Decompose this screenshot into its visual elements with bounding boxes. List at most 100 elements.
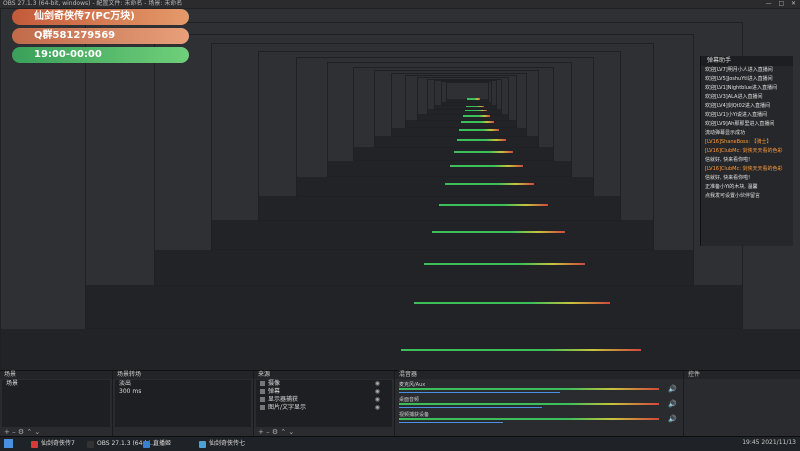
chat-message: 欢迎[LV7]明月小人进入直播间: [705, 67, 773, 73]
scene-transitions-dock: 场景转场 淡出 300 ms: [113, 371, 254, 437]
close-icon[interactable]: ✕: [788, 0, 796, 7]
source-type-icon: [260, 389, 265, 394]
chat-message: 欢迎[LV1]Nightblue进入直播间: [705, 85, 777, 91]
mixer-channel-name: 视频捕获设备: [399, 412, 430, 418]
chat-message: [LV16]ClubMc: 剑侠天天看的色彩: [705, 148, 783, 154]
speaker-icon[interactable]: 🔊: [668, 400, 677, 408]
source-type-icon: [260, 381, 265, 386]
chat-panel: 弹幕助手 欢迎[LV7]明月小人进入直播间 欢迎[LV5]JoshuYtl进入直播…: [700, 56, 793, 246]
layer-dock-strip: [258, 196, 621, 220]
maximize-icon[interactable]: □: [775, 0, 784, 7]
chat-message: 欢迎[LV4]剑Qt02进入直播间: [705, 103, 770, 109]
taskbar-app-label: 仙剑奇侠传7: [41, 440, 75, 447]
scenes-list[interactable]: 场景: [2, 380, 110, 427]
speaker-icon[interactable]: 🔊: [668, 385, 677, 393]
source-item[interactable]: 显示器捕获 ◉: [256, 396, 392, 404]
source-label: 摄像: [268, 380, 281, 387]
taskbar-app-label: 直播姬: [153, 440, 172, 447]
scenes-dock: 场景 场景 + – ⚙ ⌃ ⌄: [0, 371, 113, 437]
source-label: 图片/文字显示: [268, 404, 307, 411]
transition-select[interactable]: 淡出: [115, 380, 251, 388]
chat-message: 信就好, 快来看你啦!: [705, 157, 751, 163]
sources-dock: 来源 摄像 ◉ 弹幕 ◉ 显示器捕获 ◉ 图片/文字显示 ◉ + – ⚙ ⌃ ⌄: [254, 371, 395, 437]
taskbar-app[interactable]: 仙剑奇侠传七: [198, 439, 245, 449]
chat-message: [LV16]ShaneBoss: 【骑士】: [705, 139, 772, 145]
window-titlebar: OBS 27.1.3 (64-bit, windows) - 配置文件: 未命名…: [0, 0, 800, 8]
scene-item[interactable]: 场景: [2, 380, 110, 388]
layer-dock-strip: [328, 160, 572, 177]
visibility-eye-icon[interactable]: ◉: [375, 380, 380, 388]
taskbar-app[interactable]: 仙剑奇侠传7: [30, 439, 75, 449]
visibility-eye-icon[interactable]: ◉: [375, 404, 380, 412]
chat-message: 欢迎[LV9]Ah那那里进入直播间: [705, 121, 775, 127]
mixer-level-meter: [399, 388, 659, 390]
layer-audio-meter: [439, 204, 548, 207]
mixer-channels: 麦克风/Aux 🔊 桌面音频 🔊 视频捕获设备 🔊: [395, 381, 683, 426]
controls-dock: 控件: [684, 371, 800, 437]
banner-schedule: 19:00-00:00: [12, 47, 189, 63]
chat-message: 正准备小Yi的木块, 温馨: [705, 184, 758, 190]
sources-list[interactable]: 摄像 ◉ 弹幕 ◉ 显示器捕获 ◉ 图片/文字显示 ◉: [256, 380, 392, 427]
dock-area: 场景 场景 + – ⚙ ⌃ ⌄ 场景转场 淡出 300 ms 来源 摄像 ◉ 弹幕 ◉…: [0, 370, 800, 437]
layer-audio-meter: [432, 230, 565, 233]
windows-start-icon[interactable]: [4, 439, 13, 448]
source-item[interactable]: 图片/文字显示 ◉: [256, 404, 392, 412]
layer-audio-meter: [459, 129, 500, 132]
mixer-dock-title: 混音器: [395, 371, 683, 379]
layer-audio-meter: [413, 301, 611, 304]
mixer-channel-name: 桌面音频: [399, 397, 420, 403]
source-type-icon: [260, 397, 265, 402]
speaker-icon[interactable]: 🔊: [668, 415, 677, 423]
tray-date: 2021/11/13: [761, 439, 796, 446]
transition-body: 淡出 300 ms: [115, 380, 251, 427]
banner-game-title: 仙剑奇侠传7(PC万块): [12, 9, 189, 25]
chat-message: [LV16]ClubMc: 剑侠天天看的色彩: [705, 166, 783, 172]
preview-layer: [446, 82, 489, 103]
app-icon: [31, 441, 38, 448]
transition-duration[interactable]: 300 ms: [115, 388, 251, 396]
source-item[interactable]: 摄像 ◉: [256, 380, 392, 388]
layer-audio-meter: [449, 165, 523, 168]
layer-dock-strip: [211, 220, 653, 250]
layer-audio-meter: [467, 98, 480, 101]
layer-audio-meter: [453, 150, 514, 153]
chat-message: 欢迎[LV3]ALA进入直播间: [705, 94, 763, 100]
mixer-channel-name: 麦克风/Aux: [399, 382, 426, 388]
mixer-level-meter: [399, 403, 659, 405]
layer-dock-strip: [85, 285, 742, 329]
system-tray[interactable]: 19:45 2021/11/13: [742, 439, 796, 446]
sources-dock-title: 来源: [254, 371, 394, 379]
taskbar: 仙剑奇侠传7 OBS 27.1.3 (64-bi... 直播姬 仙剑奇侠传七 19:4…: [0, 436, 800, 451]
layer-dock-strip: [296, 176, 594, 196]
scenes-dock-title: 场景: [0, 371, 112, 379]
layer-audio-meter: [456, 139, 506, 141]
minimize-icon[interactable]: —: [763, 0, 772, 7]
taskbar-app[interactable]: 直播姬: [142, 439, 171, 449]
layer-audio-meter: [401, 349, 641, 352]
sources-toolbar[interactable]: + – ⚙ ⌃ ⌄: [258, 428, 294, 436]
source-type-icon: [260, 405, 265, 410]
mixer-volume-slider[interactable]: [399, 422, 503, 423]
visibility-eye-icon[interactable]: ◉: [375, 396, 380, 404]
taskbar-app-label: 仙剑奇侠传七: [209, 440, 246, 447]
controls-dock-title: 控件: [684, 371, 800, 379]
mixer-level-meter: [399, 418, 659, 420]
mixer-channel: 麦克风/Aux 🔊: [399, 381, 679, 396]
chat-message: 欢迎[LV1]小Yi说进入直播间: [705, 112, 768, 118]
source-label: 显示器捕获: [268, 396, 299, 403]
source-item[interactable]: 弹幕 ◉: [256, 388, 392, 396]
scenes-toolbar[interactable]: + – ⚙ ⌃ ⌄: [4, 428, 40, 436]
window-title: OBS 27.1.3 (64-bit, windows) - 配置文件: 未命名…: [3, 0, 183, 7]
tray-time: 19:45: [742, 439, 760, 446]
window-controls[interactable]: — □ ✕: [760, 0, 796, 8]
app-icon: [87, 441, 94, 448]
mixer-volume-slider[interactable]: [399, 407, 542, 408]
visibility-eye-icon[interactable]: ◉: [375, 388, 380, 396]
app-icon: [199, 441, 206, 448]
mixer-volume-slider[interactable]: [399, 392, 561, 393]
preview-recursive-tunnel: [0, 8, 800, 380]
chat-message: 流动弹幕显示成功: [705, 130, 746, 136]
chat-message: 欢迎[LV5]JoshuYtl进入直播间: [705, 76, 773, 82]
layer-dock-strip: [154, 249, 693, 285]
banner-qq-group: Q群581279569: [12, 28, 189, 44]
